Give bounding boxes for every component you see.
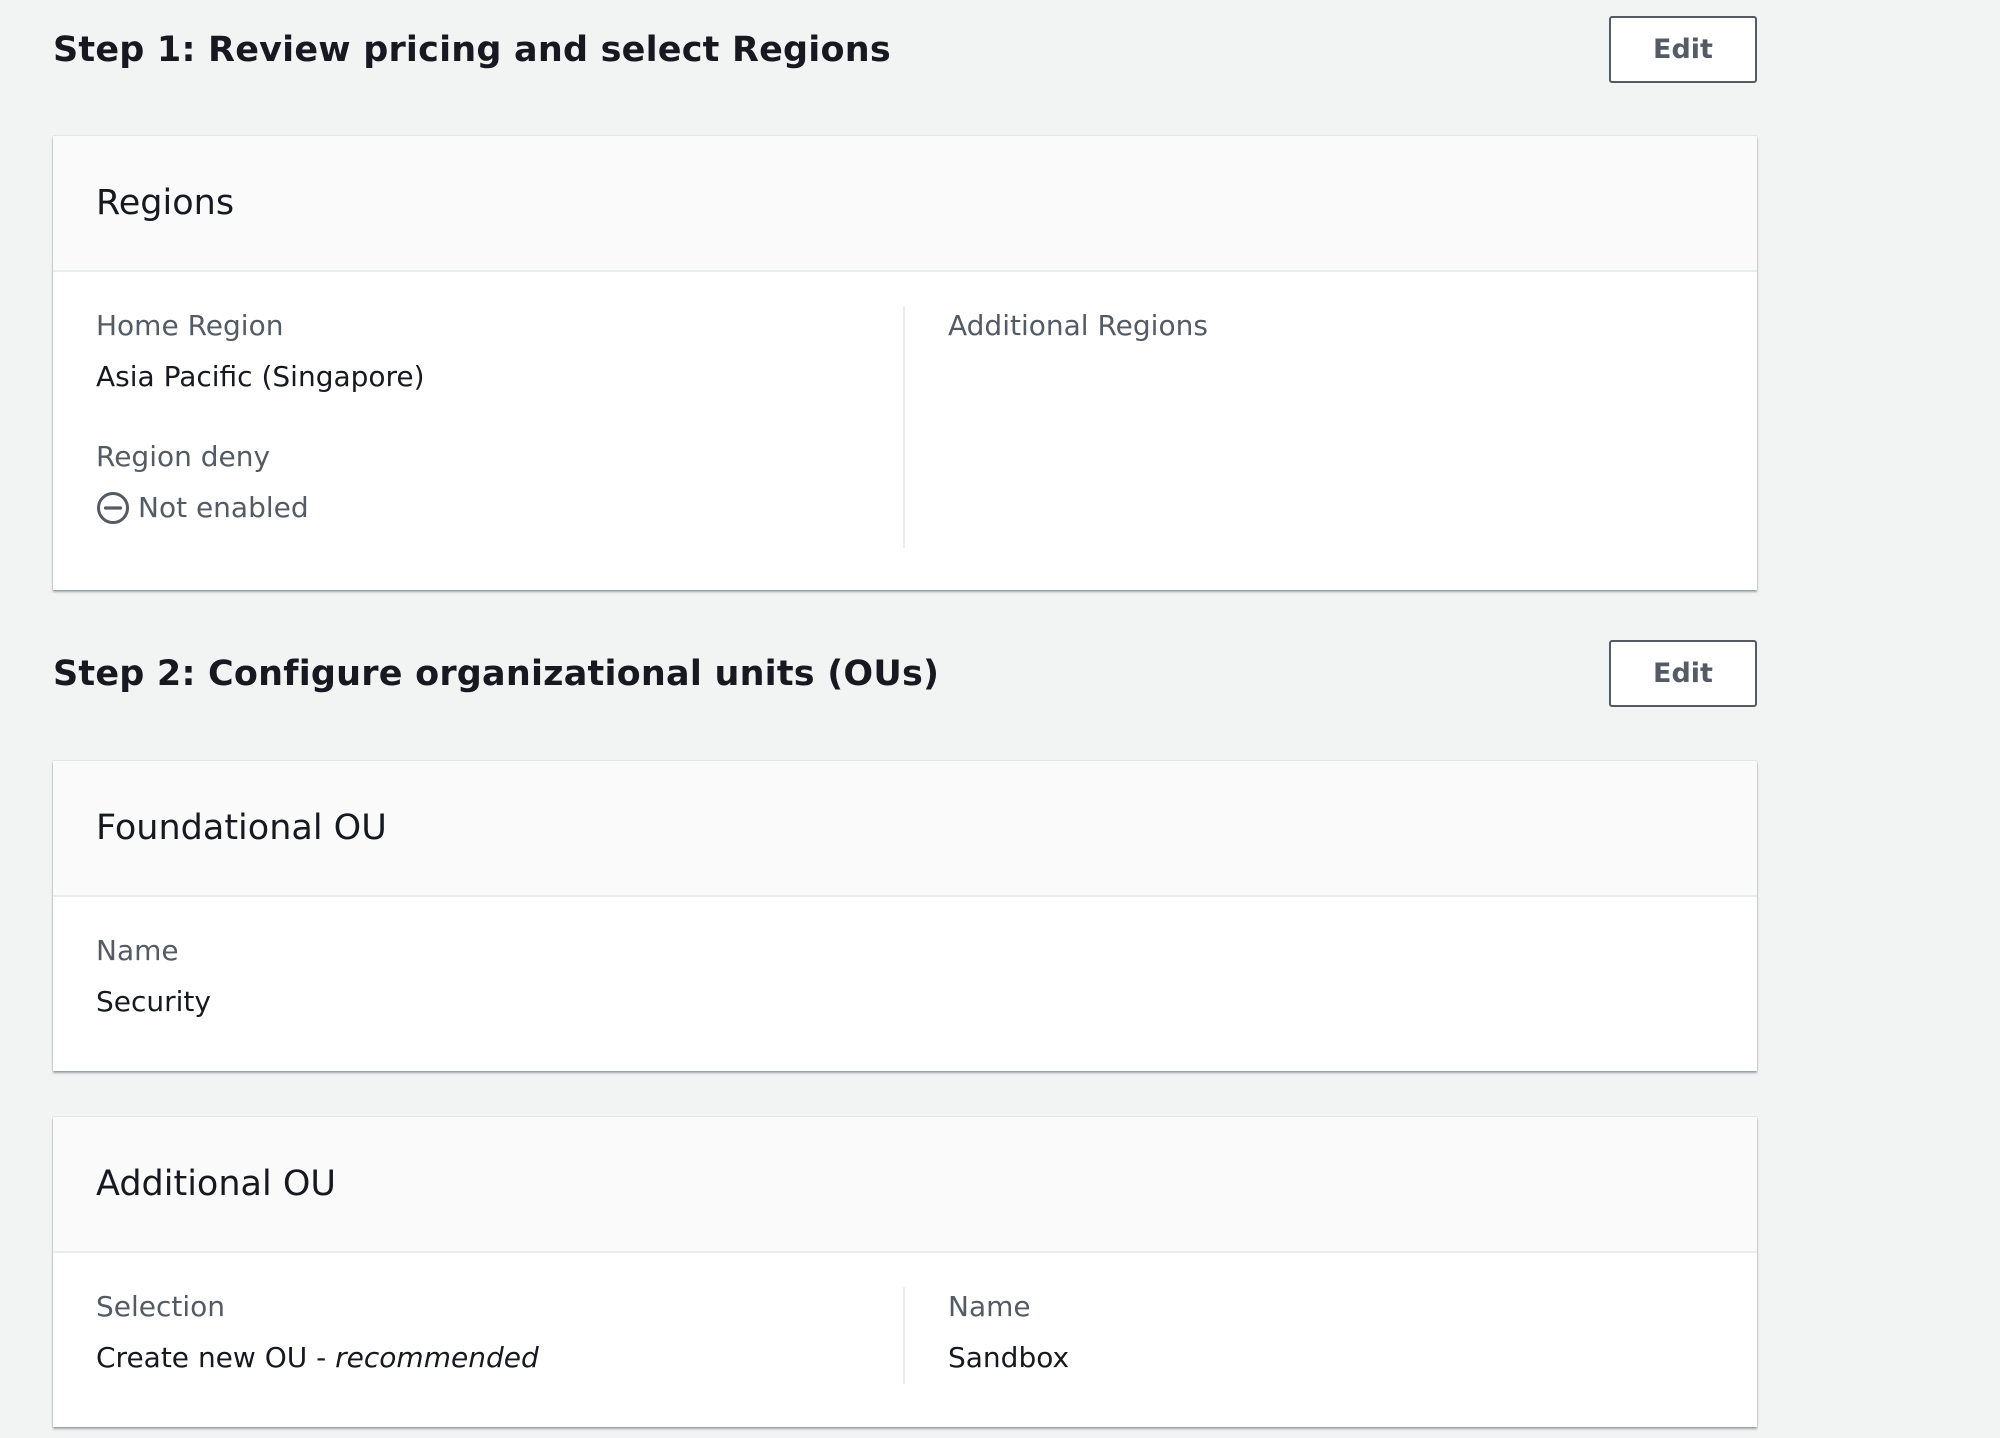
region-deny-status: Not enabled — [96, 488, 903, 528]
additional-ou-name-label: Name — [948, 1290, 1031, 1323]
additional-ou-card-header: Additional OU — [53, 1117, 1757, 1253]
selection-value-text: Create new OU - — [96, 1341, 336, 1374]
selection-value-emphasis: recommended — [335, 1341, 539, 1374]
additional-ou-selection-field: Selection Create new OU - recommended — [96, 1287, 903, 1378]
additional-ou-name-field: Name Sandbox — [948, 1287, 1757, 1378]
regions-left-column: Home Region Asia Pacific (Singapore) Reg… — [53, 306, 905, 548]
home-region-label: Home Region — [96, 309, 284, 342]
step2-header: Step 2: Configure organizational units (… — [53, 640, 1757, 707]
regions-card-title: Regions — [96, 183, 235, 223]
additional-ou-name-value: Sandbox — [948, 1341, 1070, 1374]
foundational-ou-left-column: Name Security — [53, 931, 905, 1022]
foundational-ou-name-label: Name — [96, 934, 179, 967]
regions-card-body: Home Region Asia Pacific (Singapore) Reg… — [53, 272, 1757, 578]
additional-ou-right-column: Name Sandbox — [905, 1287, 1757, 1384]
additional-ou-card-title: Additional OU — [96, 1164, 336, 1204]
regions-card-header: Regions — [53, 136, 1757, 272]
foundational-ou-card-body: Name Security — [53, 897, 1757, 1052]
region-deny-label: Region deny — [96, 440, 271, 473]
foundational-ou-card-title: Foundational OU — [96, 808, 387, 848]
additional-ou-card: Additional OU Selection Create new OU - … — [53, 1117, 1757, 1427]
foundational-ou-card-header: Foundational OU — [53, 761, 1757, 897]
step1-title: Step 1: Review pricing and select Region… — [53, 29, 891, 70]
regions-card: Regions Home Region Asia Pacific (Singap… — [53, 136, 1757, 590]
additional-ou-selection-label: Selection — [96, 1290, 226, 1323]
additional-regions-label: Additional Regions — [948, 309, 1208, 342]
region-deny-field: Region deny Not enabled — [96, 437, 903, 528]
foundational-ou-name-value: Security — [96, 985, 211, 1018]
additional-ou-card-body: Selection Create new OU - recommended Na… — [53, 1253, 1757, 1414]
home-region-value: Asia Pacific (Singapore) — [96, 360, 425, 393]
regions-right-column: Additional Regions — [905, 306, 1757, 548]
step2-edit-button[interactable]: Edit — [1609, 640, 1757, 707]
additional-ou-selection-value: Create new OU - recommended — [96, 1338, 903, 1378]
additional-regions-field: Additional Regions — [948, 306, 1757, 397]
step1-header: Step 1: Review pricing and select Region… — [53, 16, 1757, 83]
additional-ou-left-column: Selection Create new OU - recommended — [53, 1287, 905, 1384]
foundational-ou-card: Foundational OU Name Security — [53, 761, 1757, 1071]
home-region-field: Home Region Asia Pacific (Singapore) — [96, 306, 903, 397]
minus-circle-icon — [96, 491, 130, 525]
additional-regions-value — [948, 357, 1757, 397]
foundational-ou-name-field: Name Security — [96, 931, 905, 1022]
step2-title: Step 2: Configure organizational units (… — [53, 653, 940, 694]
region-deny-value: Not enabled — [138, 491, 309, 524]
step1-edit-button[interactable]: Edit — [1609, 16, 1757, 83]
